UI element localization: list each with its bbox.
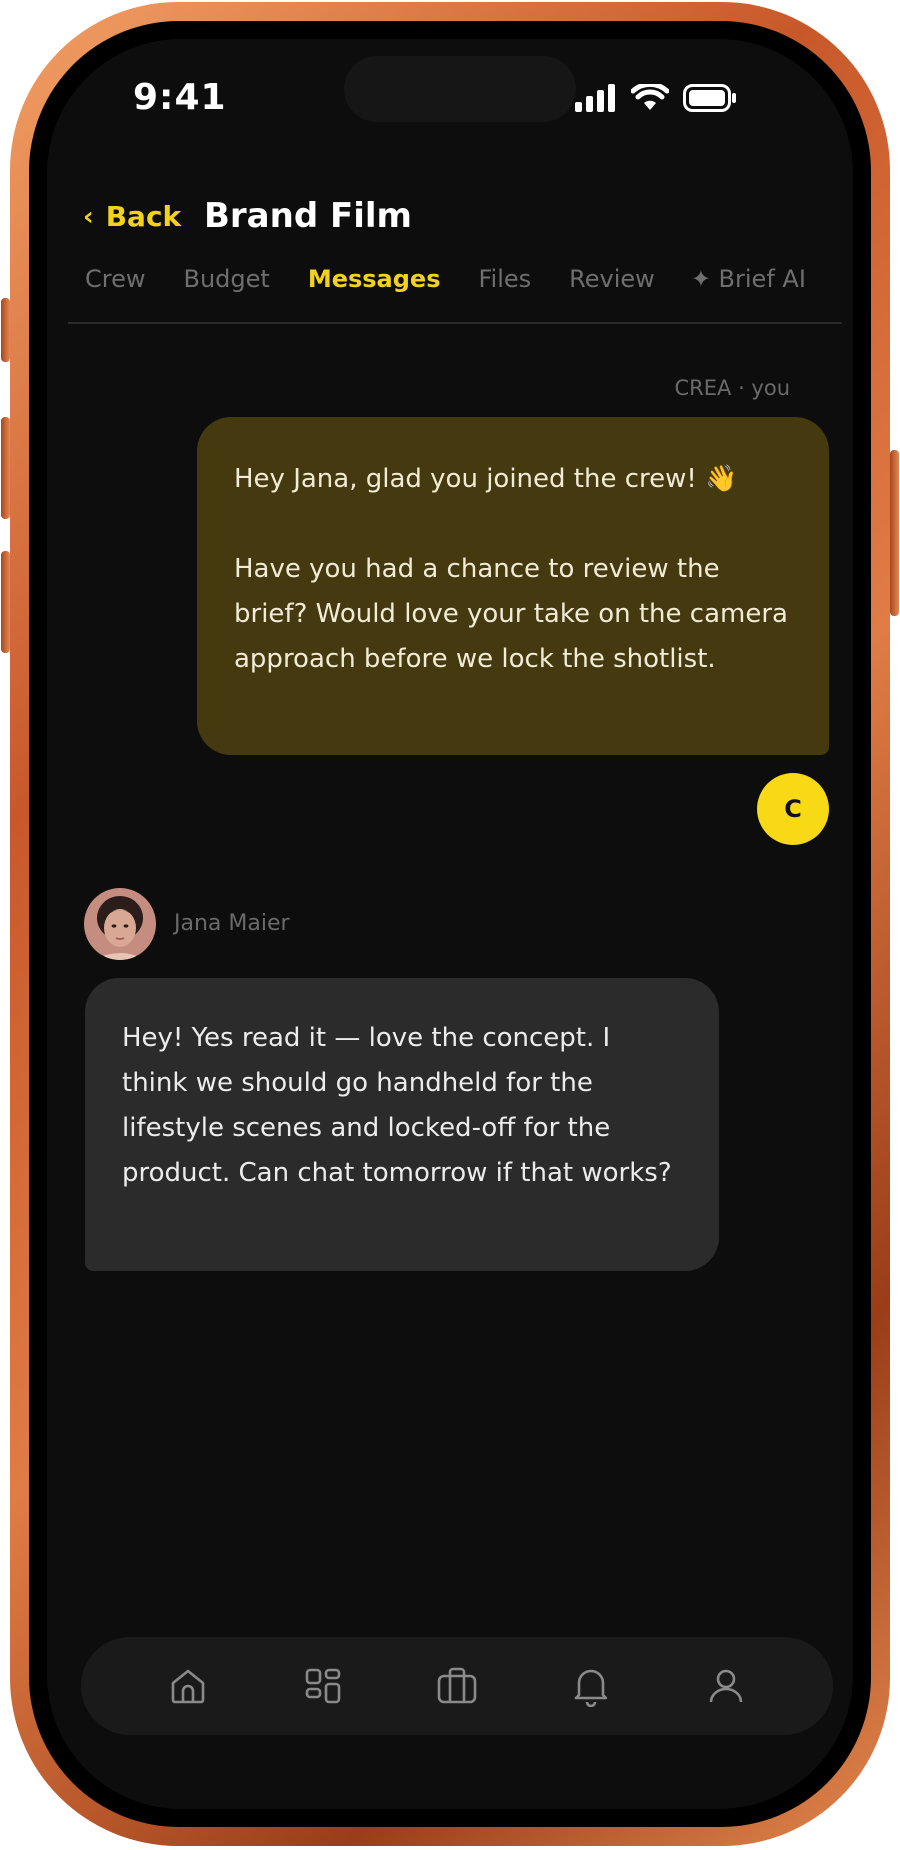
incoming-message-bubble[interactable]: Hey! Yes read it — love the concept. I t… bbox=[85, 978, 719, 1271]
tab-files[interactable]: Files bbox=[479, 265, 532, 293]
tab-bar: Crew Budget Messages Files Review ✦ Brie… bbox=[85, 265, 806, 293]
dynamic-island bbox=[344, 56, 576, 122]
tab-brief-ai[interactable]: ✦ Brief AI bbox=[691, 265, 806, 293]
tab-crew[interactable]: Crew bbox=[85, 265, 146, 293]
status-time: 9:41 bbox=[133, 77, 227, 118]
sender-name: Jana Maier bbox=[174, 911, 290, 936]
nav-home[interactable] bbox=[158, 1656, 218, 1716]
screen: 9:41 ‹ Back Brand Film Crew Budget Messa… bbox=[47, 39, 853, 1809]
avatar bbox=[84, 888, 156, 960]
briefcase-icon bbox=[437, 1667, 477, 1704]
message-text: Have you had a chance to review the brie… bbox=[234, 554, 788, 674]
battery-icon bbox=[683, 84, 736, 112]
tab-review[interactable]: Review bbox=[569, 265, 655, 293]
tab-messages[interactable]: Messages bbox=[308, 265, 441, 293]
grid-icon bbox=[305, 1668, 340, 1704]
power-button bbox=[890, 450, 899, 616]
back-button[interactable]: ‹ Back bbox=[83, 200, 181, 233]
nav-jobs[interactable] bbox=[427, 1656, 487, 1716]
tab-budget[interactable]: Budget bbox=[184, 265, 270, 293]
avatar-photo bbox=[84, 888, 156, 960]
chevron-left-icon: ‹ bbox=[83, 201, 94, 232]
avatar: C bbox=[757, 773, 829, 845]
volume-up-button bbox=[1, 417, 10, 519]
message-text: Hey! Yes read it — love the concept. I t… bbox=[122, 1023, 672, 1188]
tab-divider bbox=[68, 322, 842, 324]
nav-profile[interactable] bbox=[696, 1656, 756, 1716]
message-text: Hey Jana, glad you joined the crew! 👋 bbox=[234, 464, 738, 494]
wifi-icon bbox=[631, 84, 669, 110]
page-title: Brand Film bbox=[204, 196, 412, 236]
bottom-nav bbox=[81, 1637, 833, 1735]
volume-down-button bbox=[1, 551, 10, 653]
outgoing-message-bubble[interactable]: Hey Jana, glad you joined the crew! 👋 Ha… bbox=[197, 417, 829, 755]
nav-projects[interactable] bbox=[293, 1656, 353, 1716]
action-button bbox=[1, 298, 10, 362]
profile-icon bbox=[709, 1669, 743, 1703]
bell-icon bbox=[575, 1669, 608, 1707]
status-icons bbox=[575, 83, 737, 113]
nav-notifications[interactable] bbox=[561, 1656, 621, 1716]
signal-icon bbox=[575, 84, 615, 112]
back-label: Back bbox=[105, 200, 182, 233]
message-meta: CREA · you bbox=[674, 376, 791, 400]
home-icon bbox=[171, 1669, 205, 1704]
